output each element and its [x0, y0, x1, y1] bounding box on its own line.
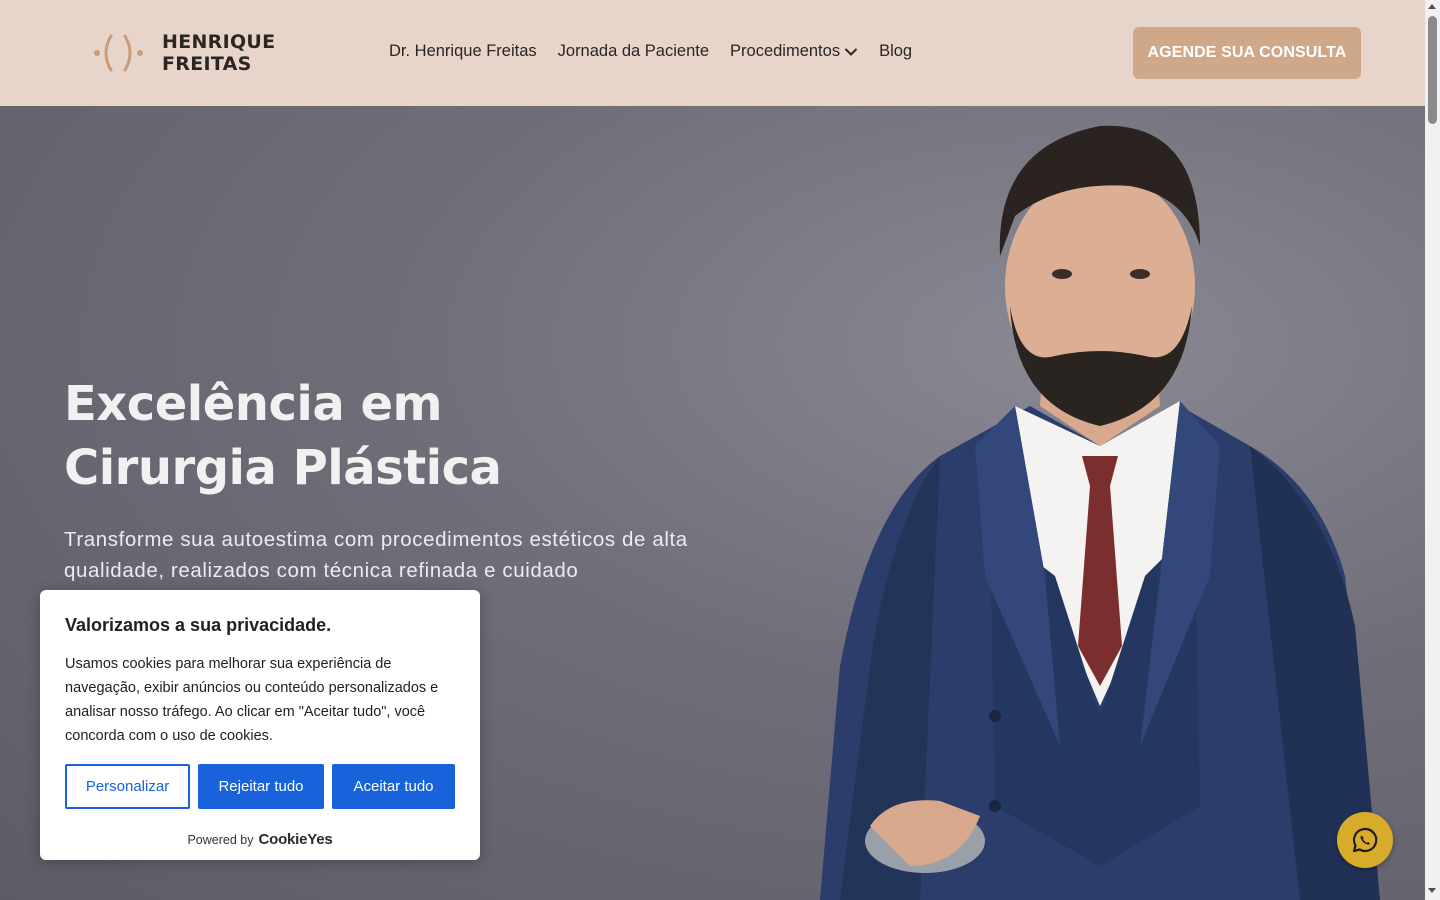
nav-item-procedimentos-label: Procedimentos [730, 42, 841, 60]
site-header: HENRIQUE FREITAS Dr. Henrique Freitas Jo… [0, 0, 1425, 106]
hero-title-line-1: Excelência em [64, 376, 443, 432]
cookieyes-logo: CookieYes [258, 831, 333, 848]
hero-subtitle: Transforme sua autoestima com procedimen… [64, 528, 688, 582]
cookie-buttons: Personalizar Rejeitar tudo Aceitar tudo [65, 764, 455, 809]
cookie-accept-button[interactable]: Aceitar tudo [332, 764, 455, 809]
schedule-consultation-button[interactable]: AGENDE SUA CONSULTA [1133, 27, 1361, 79]
logo-text: HENRIQUE FREITAS [162, 31, 275, 75]
surgeon-portrait-image [820, 125, 1380, 900]
whatsapp-button[interactable] [1337, 812, 1393, 868]
cookie-reject-button[interactable]: Rejeitar tudo [198, 764, 324, 809]
scroll-thumb[interactable] [1428, 16, 1437, 124]
nav-item-procedimentos[interactable]: Procedimentos [730, 42, 858, 61]
logo-line-1: HENRIQUE [162, 31, 276, 53]
scroll-up-icon[interactable] [1428, 4, 1436, 9]
site-logo[interactable]: HENRIQUE FREITAS [92, 30, 292, 76]
main-nav: Dr. Henrique Freitas Jornada da Paciente… [389, 42, 912, 61]
nav-item-dr-henrique[interactable]: Dr. Henrique Freitas [389, 42, 537, 61]
logo-line-2: FREITAS [162, 53, 252, 75]
whatsapp-icon [1352, 827, 1378, 853]
nav-item-jornada[interactable]: Jornada da Paciente [558, 42, 709, 61]
cookie-description: Usamos cookies para melhorar sua experiê… [65, 656, 439, 744]
cookie-powered-by[interactable]: Powered by CookieYes [65, 831, 455, 848]
nav-item-blog[interactable]: Blog [879, 42, 912, 61]
page-scrollbar[interactable] [1425, 0, 1440, 900]
powered-by-label: Powered by [187, 833, 254, 847]
cookie-consent-banner: Valorizamos a sua privacidade. Usamos co… [40, 590, 480, 860]
cookie-title: Valorizamos a sua privacidade. [65, 615, 332, 635]
hero-title-line-2: Cirurgia Plástica [64, 440, 502, 496]
chevron-down-icon [845, 48, 858, 56]
cookie-customize-button[interactable]: Personalizar [65, 764, 190, 809]
logo-mark-icon [94, 34, 143, 72]
hero-title: Excelência em Cirurgia Plástica [64, 372, 502, 500]
scroll-down-icon[interactable] [1428, 888, 1436, 893]
